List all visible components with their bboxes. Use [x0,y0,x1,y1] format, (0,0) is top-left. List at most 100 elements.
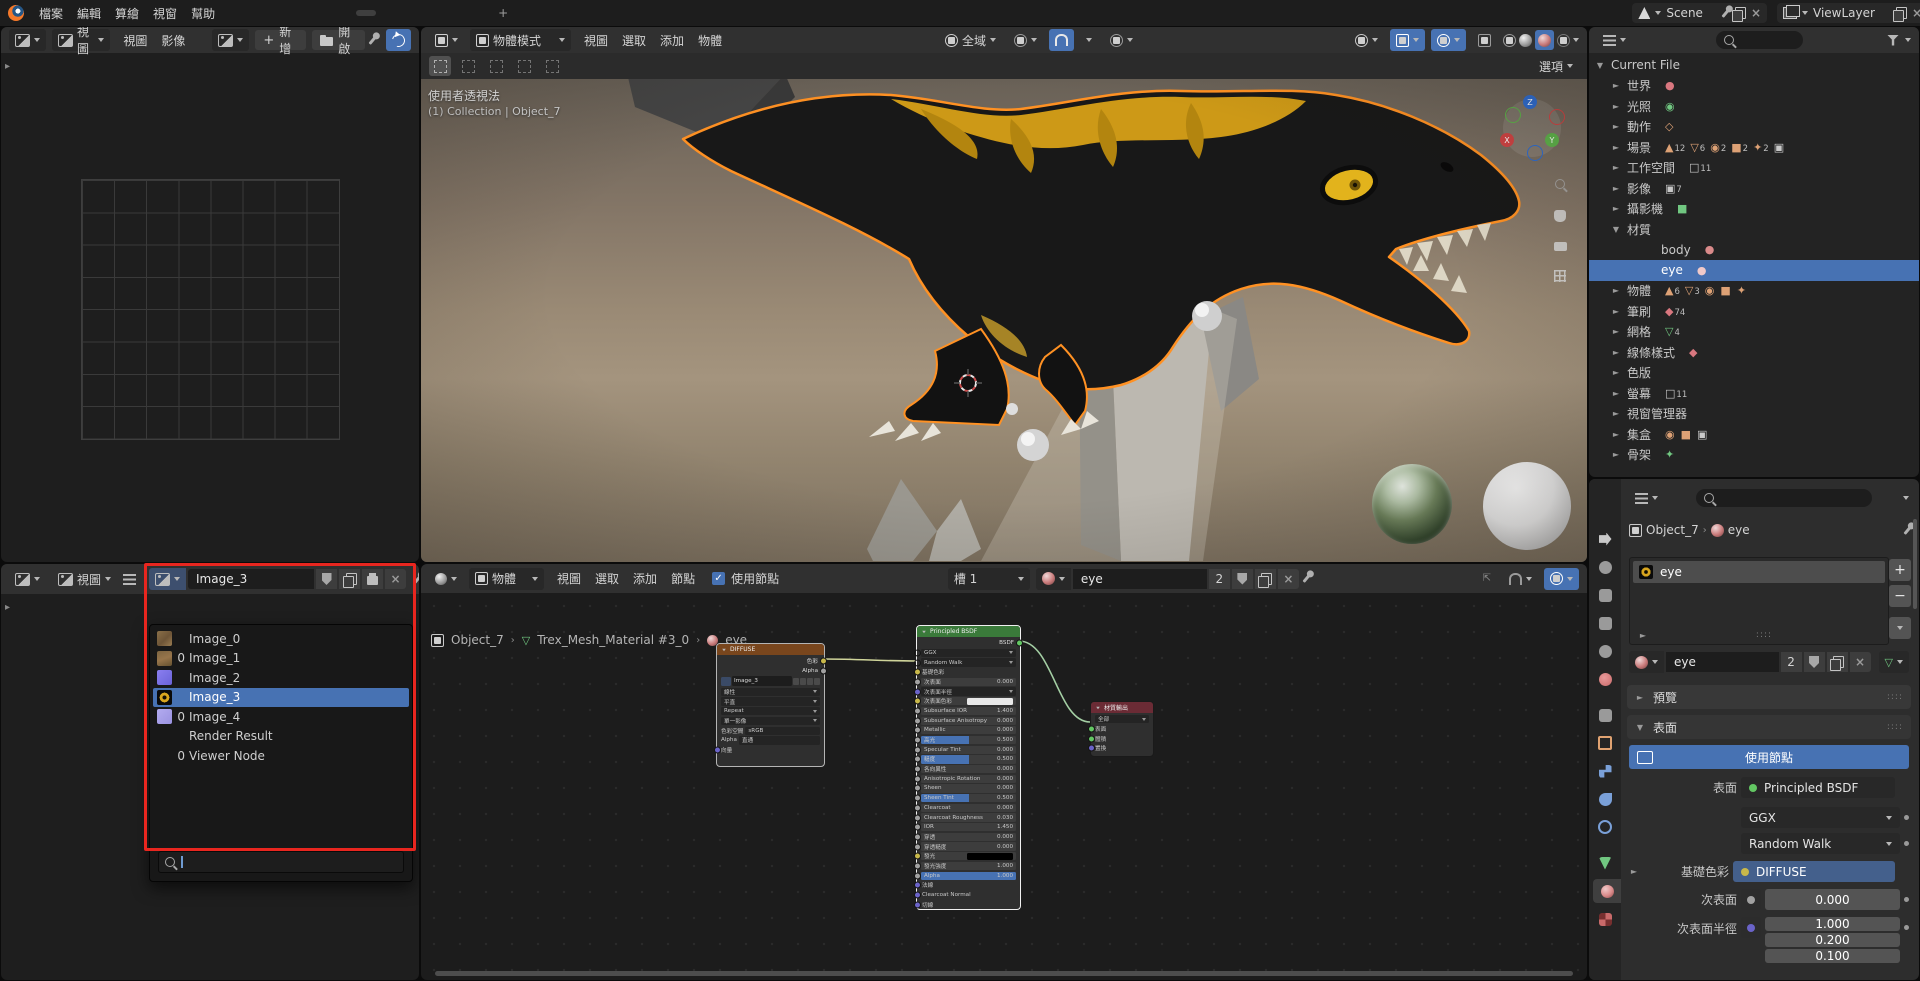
axis-y[interactable]: Y [1545,133,1559,147]
disclosure-arrow[interactable]: ► [1611,163,1621,172]
overlays-toggle[interactable] [1431,29,1466,51]
node-input-row[interactable]: 高光 0.500 [921,736,1016,744]
gizmos-toggle[interactable] [1390,29,1425,51]
add-slot-button[interactable]: + [1889,559,1911,581]
workspace-tab[interactable] [356,10,376,16]
node-canvas[interactable]: Object_7› ▽ Trex_Mesh_Material #3_0› eye… [421,593,1587,980]
image-list-item[interactable]: Image_3 [153,688,409,708]
node-input-row[interactable]: 穿透 0.000 [921,833,1016,841]
node-input-row[interactable]: Subsurface IOR 1.400 [921,707,1016,715]
image-list-item[interactable]: 0 Image_4 [153,707,409,727]
xray-toggle[interactable] [1472,29,1497,51]
disclosure-arrow[interactable]: ► [1611,409,1621,418]
node-output-socket-row[interactable]: 色彩 [721,657,820,665]
pin-icon[interactable] [1903,526,1911,535]
outliner-row[interactable]: ► 色版 [1589,363,1919,384]
output-properties-tab[interactable] [1593,583,1617,607]
add-workspace-button[interactable]: + [488,3,518,23]
vector-socket[interactable] [1741,917,1761,938]
new-image-button[interactable]: +新增 [255,30,306,50]
transform-orientation-dropdown[interactable]: 全域 [939,29,1002,51]
surface-panel-header[interactable]: ▼表面 :::: [1627,715,1911,739]
copy-icon[interactable] [339,569,360,589]
ortho-toggle-button[interactable] [1551,267,1569,285]
node-output-socket-row[interactable]: Alpha [721,667,820,675]
outliner-row[interactable]: ► 網格 ▽4 [1589,322,1919,343]
disclosure-arrow[interactable]: ► [1611,286,1621,295]
disclosure-arrow[interactable]: ► [1611,307,1621,316]
image-list-item[interactable]: 0 Image_1 [153,649,409,669]
slot-specials-dropdown[interactable] [1889,617,1911,639]
subsurface-value-field[interactable]: 0.000 [1765,889,1900,910]
viewport-menu-item[interactable]: 選取 [615,32,653,49]
workspace-tab[interactable] [422,10,442,16]
disclosure-arrow[interactable]: ► [1611,430,1621,439]
move-view-button[interactable] [1551,207,1569,225]
editor-type-dropdown[interactable] [9,29,46,51]
workspace-tab[interactable] [290,10,310,16]
unlink-button[interactable]: × [1278,569,1299,589]
menu-icon[interactable] [123,574,136,585]
editor-menu-item[interactable]: 影像 [154,32,192,49]
copy-icon[interactable] [1827,652,1848,672]
proportional-edit-toggle[interactable] [1104,29,1139,51]
overlays-toggle[interactable] [1544,568,1579,590]
image-editor-canvas[interactable]: ▸ [1,53,419,562]
fake-user-toggle[interactable] [1804,652,1825,672]
shader-menu-item[interactable]: 添加 [626,570,664,587]
node-input-row[interactable]: 各向異性 0.000 [921,765,1016,773]
shading-wireframe-button[interactable] [1503,34,1516,47]
colorspace-row[interactable]: 色彩空間 sRGB [721,727,820,735]
node-input-row[interactable]: Specular Tint 0.000 [921,746,1016,754]
material-properties-tab[interactable] [1593,879,1621,903]
base-color-link-field[interactable]: DIFFUSE [1733,861,1895,882]
viewlayer-selector[interactable]: ViewLayer × [1777,3,1920,23]
radius-y-field[interactable]: 0.200 [1765,933,1900,947]
image-list-item[interactable]: Render Result [153,727,409,747]
menu-item[interactable]: 幫助 [184,5,222,22]
pivot-dropdown[interactable] [1008,29,1043,51]
pin-icon[interactable] [413,575,419,584]
viewport-menu-item[interactable]: 添加 [653,32,691,49]
disclosure-arrow[interactable]: ► [1611,389,1621,398]
parent-node-button[interactable]: ⇱ [1477,568,1497,590]
shading-solid-button[interactable] [1519,34,1532,47]
zoom-button[interactable] [1551,175,1569,193]
sss-method-dropdown[interactable]: Random Walk [1741,833,1900,854]
fake-user-toggle[interactable] [1232,569,1253,589]
node-input-row[interactable]: Anisotropic Rotation 0.000 [921,775,1016,783]
animate-dot[interactable] [1904,815,1909,820]
shader-menu-item[interactable]: 選取 [588,570,626,587]
modifier-properties-tab[interactable] [1593,759,1617,783]
editor-type-dropdown[interactable] [1597,29,1632,51]
disclosure-arrow[interactable]: ► [1611,327,1621,336]
material-name-field[interactable]: eye [1666,652,1779,672]
node-dropdown[interactable]: 平直 [721,697,820,705]
image-mode-dropdown[interactable]: 視圖 [52,568,117,590]
camera-view-button[interactable] [1551,237,1569,255]
shading-material-button[interactable] [1535,30,1554,50]
disclosure-arrow[interactable]: ▼ [1595,61,1605,70]
texture-properties-tab[interactable] [1593,907,1617,931]
node-input-row[interactable]: 次表面色彩 [921,697,1016,705]
preview-panel-header[interactable]: ►預覽 :::: [1627,685,1911,709]
output-target-dropdown[interactable]: 全部 [1095,715,1149,723]
outliner-row[interactable]: ▼ 材質 [1589,219,1919,240]
node-input-row[interactable]: IOR 1.450 [921,823,1016,831]
outliner-row[interactable]: eye ● [1589,260,1919,281]
editor-type-dropdown[interactable] [1629,487,1664,509]
node-dropdown[interactable]: 線性 [721,688,820,696]
node-input-row[interactable]: 次表面半徑 [921,687,1016,695]
editor-menu-item[interactable]: 視圖 [116,32,154,49]
snap-toggle[interactable] [1503,568,1538,590]
outliner-row[interactable]: ► 集盒 ◉■▣ [1589,424,1919,445]
node-input-row[interactable]: 次表面 0.000 [921,678,1016,686]
outliner-row[interactable]: ► 攝影機 ■ [1589,199,1919,220]
workspace-tab[interactable] [378,10,398,16]
options-button[interactable]: 選項 [1533,55,1579,77]
world-properties-tab[interactable] [1593,667,1617,691]
vector-input-row[interactable]: 向量 [721,746,820,754]
outliner-row[interactable]: ► 線條樣式 ◆ [1589,342,1919,363]
view-layer-properties-tab[interactable] [1593,611,1617,635]
viewport-canvas[interactable]: 使用者透視法 (1) Collection | Object_7 Z X Y [421,79,1587,562]
